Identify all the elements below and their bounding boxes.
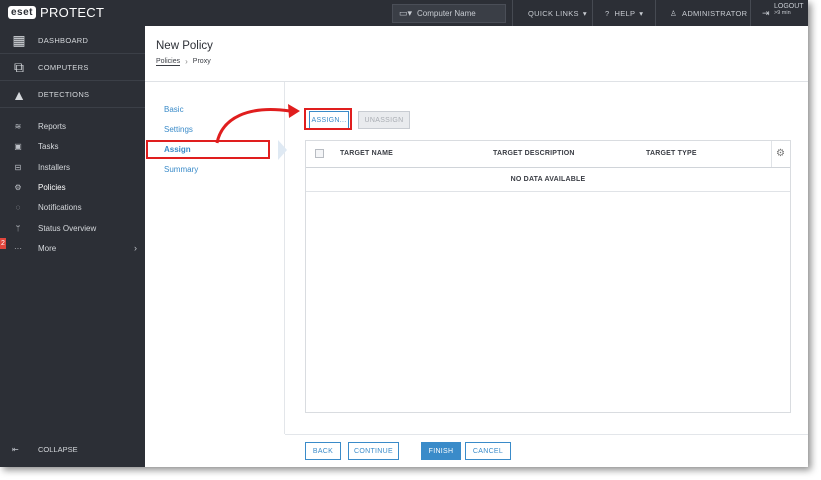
logout-icon: ⇥: [762, 8, 770, 18]
sidebar-item-installers[interactable]: ⊟ Installers: [0, 157, 145, 177]
back-button[interactable]: BACK: [305, 442, 341, 460]
installers-icon: ⊟: [14, 162, 22, 172]
computers-icon: ⧉: [14, 59, 24, 75]
collapse-icon: ⇤: [12, 444, 19, 454]
sidebar-item-label: Reports: [38, 121, 67, 131]
divider: [655, 0, 656, 26]
divider: [592, 0, 593, 26]
step-summary[interactable]: Summary: [164, 165, 198, 174]
column-target-name[interactable]: TARGET NAME: [340, 150, 393, 157]
sidebar-item-label: DASHBOARD: [38, 36, 89, 45]
app-window: eset PROTECT ▭▾ Computer Name QUICK LINK…: [0, 0, 808, 467]
sidebar-item-label: More: [38, 243, 57, 253]
warning-icon: ▲: [12, 86, 26, 103]
finish-button[interactable]: FINISH: [421, 442, 461, 460]
column-target-type[interactable]: TARGET TYPE: [646, 150, 697, 157]
sidebar-item-tasks[interactable]: ▣ Tasks: [0, 136, 145, 156]
top-bar: eset PROTECT ▭▾ Computer Name QUICK LINK…: [0, 0, 808, 26]
active-step-pointer: [278, 140, 287, 160]
logout-label: LOGOUT: [774, 3, 804, 10]
policies-icon: ⚙: [14, 182, 22, 192]
sidebar-item-computers[interactable]: ⧉ COMPUTERS: [0, 55, 145, 81]
targets-table: TARGET NAME TARGET DESCRIPTION TARGET TY…: [305, 140, 791, 413]
sidebar-item-label: Status Overview: [38, 223, 97, 233]
table-header: TARGET NAME TARGET DESCRIPTION TARGET TY…: [306, 141, 790, 168]
page-title: New Policy: [156, 40, 213, 52]
product-name: PROTECT: [40, 5, 105, 20]
notifications-icon: ◌: [15, 202, 21, 212]
divider: [750, 0, 751, 26]
help-label: HELP: [614, 8, 636, 18]
search-placeholder: Computer Name: [417, 9, 476, 18]
sidebar-item-detections[interactable]: ▲ DETECTIONS: [0, 82, 145, 108]
sidebar: ▦ DASHBOARD ⧉ COMPUTERS ▲ DETECTIONS ≋ R…: [0, 26, 145, 467]
dashboard-icon: ▦: [12, 32, 26, 48]
step-basic[interactable]: Basic: [164, 105, 184, 114]
more-icon: ···: [14, 243, 22, 253]
chevron-down-icon: ▾: [582, 8, 587, 18]
select-all-checkbox[interactable]: [315, 149, 324, 158]
logout-button[interactable]: ⇥ LOGOUT >9 min: [760, 3, 804, 18]
divider: [512, 0, 513, 26]
help-icon: ?: [605, 8, 610, 18]
breadcrumb-current: Proxy: [192, 58, 211, 65]
empty-table-message: NO DATA AVAILABLE: [306, 168, 790, 192]
column-target-description[interactable]: TARGET DESCRIPTION: [493, 150, 575, 157]
sidebar-item-dashboard[interactable]: ▦ DASHBOARD: [0, 28, 145, 54]
user-icon: ♙: [670, 8, 678, 18]
sidebar-item-label: Policies: [38, 182, 66, 192]
gear-icon[interactable]: ⚙: [776, 148, 785, 159]
sidebar-item-status-overview[interactable]: ᛘ Status Overview: [0, 218, 145, 238]
user-menu[interactable]: ♙ ADMINISTRATOR: [670, 0, 747, 26]
quick-links-label: QUICK LINKS: [528, 8, 579, 18]
assign-button-highlight: [304, 108, 352, 130]
user-name: ADMINISTRATOR: [682, 8, 748, 18]
sidebar-item-label: Notifications: [38, 202, 82, 212]
status-overview-icon: ᛘ: [15, 223, 21, 233]
sidebar-item-policies[interactable]: ⚙ Policies: [0, 177, 145, 197]
collapse-label: COLLAPSE: [38, 444, 78, 454]
sidebar-item-label: Installers: [38, 162, 71, 172]
unassign-button[interactable]: UNASSIGN: [358, 111, 410, 129]
sidebar-item-label: Tasks: [38, 141, 59, 151]
chevron-down-icon: ▾: [639, 8, 644, 18]
breadcrumb: Policies › Proxy: [156, 57, 211, 66]
collapse-button[interactable]: ⇤ COLLAPSE: [0, 439, 145, 459]
logout-time: >9 min: [774, 10, 791, 16]
step-settings[interactable]: Settings: [164, 125, 193, 134]
sidebar-item-more[interactable]: ··· More ›: [0, 238, 145, 258]
wizard-steps: Basic Settings Assign Summary: [145, 82, 285, 434]
quick-links-menu[interactable]: QUICK LINKS ▾: [528, 0, 587, 26]
sidebar-item-notifications[interactable]: ◌ Notifications: [0, 197, 145, 217]
reports-icon: ≋: [14, 121, 22, 131]
sidebar-item-label: COMPUTERS: [38, 63, 89, 72]
eset-logo[interactable]: eset PROTECT: [8, 5, 104, 20]
divider: [771, 141, 772, 167]
tasks-icon: ▣: [14, 141, 22, 151]
logo-badge: eset: [8, 6, 37, 19]
chevron-right-icon: ›: [185, 57, 188, 66]
sidebar-item-reports[interactable]: ≋ Reports: [0, 116, 145, 136]
help-menu[interactable]: ? HELP ▾: [605, 0, 643, 26]
computer-search-icon: ▭▾: [399, 8, 413, 18]
sidebar-item-label: DETECTIONS: [38, 90, 90, 99]
continue-button[interactable]: CONTINUE: [348, 442, 399, 460]
cancel-button[interactable]: CANCEL: [465, 442, 511, 460]
page-header: New Policy Policies › Proxy: [145, 26, 808, 82]
assign-step-highlight: [146, 140, 270, 159]
chevron-right-icon: ›: [134, 243, 137, 253]
computer-search-input[interactable]: ▭▾ Computer Name: [392, 4, 506, 23]
breadcrumb-policies-link[interactable]: Policies: [156, 58, 181, 66]
